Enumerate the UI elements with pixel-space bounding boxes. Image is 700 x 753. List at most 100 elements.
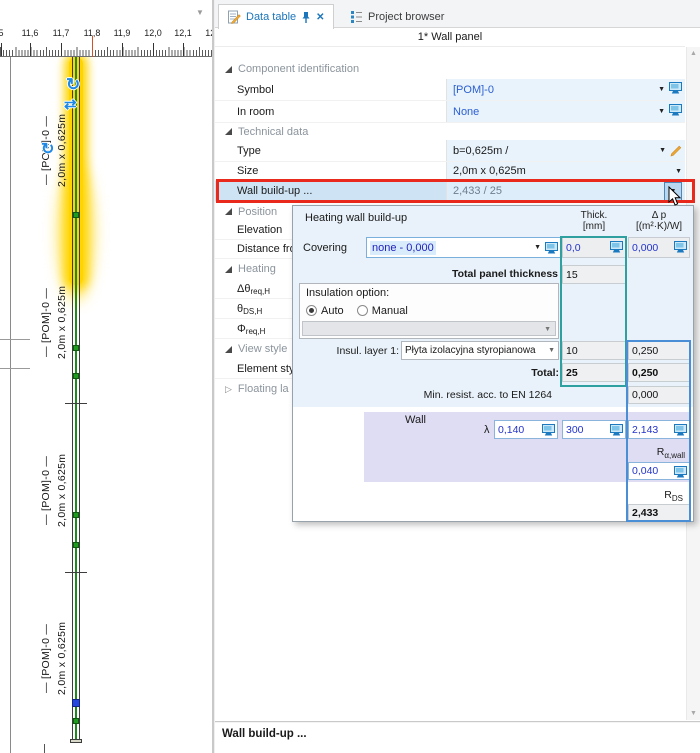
ruler-major-tick	[122, 43, 123, 56]
grip-marker-selected[interactable]	[72, 699, 80, 707]
group-component-identification[interactable]: Component identification	[215, 59, 685, 79]
radio-manual[interactable]: Manual	[357, 305, 408, 317]
row-symbol: Symbol [POM]-0 ▼	[215, 79, 685, 101]
covering-combobox[interactable]: none - 0,000 ▼	[366, 237, 561, 258]
expander-icon[interactable]	[225, 266, 232, 273]
groupbox-caption: Insulation option:	[306, 287, 389, 299]
r-ds-label: RDS	[628, 489, 683, 501]
mouse-cursor	[668, 186, 682, 206]
total-panel-thickness-label: Total panel thickness	[353, 268, 558, 280]
expander-icon[interactable]	[225, 128, 232, 135]
r-alpha-value-cell[interactable]: 0,040	[628, 462, 690, 480]
row-in-room: In room None ▼	[215, 101, 685, 123]
monitor-icon[interactable]	[674, 241, 687, 256]
total-label: Total:	[353, 367, 559, 379]
wall-panel-label: — [POM]-0 —2,0m x 0,625m	[38, 405, 72, 575]
wall-dp-cell[interactable]: 2,143	[628, 420, 690, 439]
monitor-icon[interactable]	[669, 82, 682, 97]
grip-marker[interactable]	[73, 345, 79, 351]
insul-dp-cell: 0,250	[628, 341, 690, 360]
data-table-panel: Data table ✕ Project browser 1* Wall pan…	[215, 0, 700, 753]
wall-section-label: Wall	[405, 414, 426, 426]
dropdown-icon[interactable]: ▼	[658, 86, 665, 93]
column-header-thickness: Thick.[mm]	[562, 210, 626, 232]
monitor-icon[interactable]	[542, 424, 555, 439]
panel-title: 1* Wall panel	[215, 29, 685, 47]
tab-label[interactable]: Data table	[246, 11, 296, 23]
monitor-icon[interactable]	[669, 104, 682, 119]
monitor-icon[interactable]	[610, 424, 623, 439]
ruler-label: 12,2	[205, 28, 212, 38]
total-panel-thickness-cell: 15	[562, 265, 626, 284]
expander-icon[interactable]	[225, 208, 232, 215]
move-handle-icon[interactable]: ⇄	[64, 95, 77, 113]
ruler-major-tick	[1, 43, 2, 56]
grip-marker[interactable]	[73, 542, 79, 548]
dimension-tick	[0, 368, 30, 369]
grip-marker[interactable]	[73, 212, 79, 218]
monitor-icon[interactable]	[545, 242, 558, 257]
expander-collapsed-icon[interactable]: ▷	[225, 385, 232, 394]
horizontal-ruler: 511,611,711,811,912,012,112,2	[0, 25, 212, 57]
lambda-value-cell[interactable]: 0,140	[494, 420, 558, 439]
ruler-label: 12,1	[174, 28, 192, 38]
monitor-icon[interactable]	[674, 424, 687, 439]
insulation-option-groupbox: Insulation option: Auto Manual ▼	[299, 283, 559, 339]
building-line	[10, 57, 11, 753]
grip-marker[interactable]	[73, 718, 79, 724]
monitor-icon[interactable]	[610, 241, 623, 256]
grip-marker[interactable]	[73, 512, 79, 518]
pencil-icon[interactable]	[670, 145, 682, 157]
dropdown-icon[interactable]: ▼	[659, 147, 666, 154]
radio-auto[interactable]: Auto	[306, 305, 344, 317]
insulation-combobox[interactable]: Płyta izolacyjna styropianowa▼	[401, 341, 559, 360]
rotate-handle-icon[interactable]: ↻	[66, 75, 80, 95]
expander-icon[interactable]	[225, 66, 232, 73]
scroll-up-icon[interactable]: ▲	[687, 50, 700, 57]
expander-icon[interactable]	[225, 346, 232, 353]
tab-data-table[interactable]: Data table ✕	[218, 4, 334, 29]
scroll-down-icon[interactable]: ▼	[687, 710, 700, 717]
ruler-major-tick	[61, 43, 62, 56]
total-dp-cell: 0,250	[628, 363, 690, 382]
tab-project-browser[interactable]: Project browser	[342, 4, 452, 29]
highlight-annotation-rectangle	[216, 179, 695, 203]
dropdown-icon[interactable]: ▼	[675, 168, 682, 175]
total-thickness-cell: 25	[562, 363, 626, 382]
wall-center-line	[75, 57, 77, 741]
row-type: Type b=0,625m / ▼	[215, 140, 685, 162]
dropdown-icon[interactable]: ▼	[658, 108, 665, 115]
dropdown-icon[interactable]: ▼	[534, 244, 541, 251]
ruler-label: 11,9	[114, 28, 131, 38]
ruler-options-icon[interactable]: ▼	[196, 8, 204, 17]
ruler-label: 11,7	[53, 28, 70, 38]
r-alpha-wall-label: Rα,wall	[628, 446, 685, 458]
monitor-icon[interactable]	[674, 466, 687, 481]
insul-thickness-cell[interactable]: 10	[562, 341, 626, 360]
project-browser-icon	[350, 10, 363, 23]
covering-thickness-cell[interactable]: 0,0	[562, 237, 626, 258]
ruler-label: 11,6	[22, 28, 39, 38]
popup-title: Heating wall build-up	[305, 212, 407, 224]
ruler-label: 12,0	[144, 28, 162, 38]
tab-label[interactable]: Project browser	[368, 11, 444, 23]
drawing-pane: ▼ 511,611,711,811,912,012,112,2 — [POM]-…	[0, 0, 212, 753]
wall-panel-label: — [POM]-0 —2,0m x 0,625m	[38, 237, 72, 407]
footer-description: Wall build-up ...	[222, 728, 307, 740]
ruler-major-tick	[183, 43, 184, 56]
leader-dash	[44, 744, 45, 753]
wall-element[interactable]	[72, 57, 80, 741]
wall-thickness-cell[interactable]: 300	[562, 420, 626, 439]
disabled-combobox[interactable]: ▼	[302, 321, 556, 336]
drawing-canvas[interactable]: — [POM]-0 —2,0m x 0,625m— [POM]-0 —2,0m …	[0, 57, 212, 753]
column-header-dp: Δ p[(m²·K)/W]	[626, 210, 692, 232]
close-icon[interactable]: ✕	[316, 12, 324, 23]
min-resist-dp-cell: 0,000	[628, 386, 690, 404]
covering-dp-cell[interactable]: 0,000	[628, 237, 690, 258]
grip-marker[interactable]	[73, 373, 79, 379]
ruler-major-tick	[30, 43, 31, 56]
rotate-center-icon[interactable]: ↻	[41, 139, 54, 159]
group-technical-data[interactable]: Technical data	[215, 123, 685, 140]
pin-icon[interactable]	[301, 11, 311, 24]
ruler-label: 5	[0, 28, 4, 38]
